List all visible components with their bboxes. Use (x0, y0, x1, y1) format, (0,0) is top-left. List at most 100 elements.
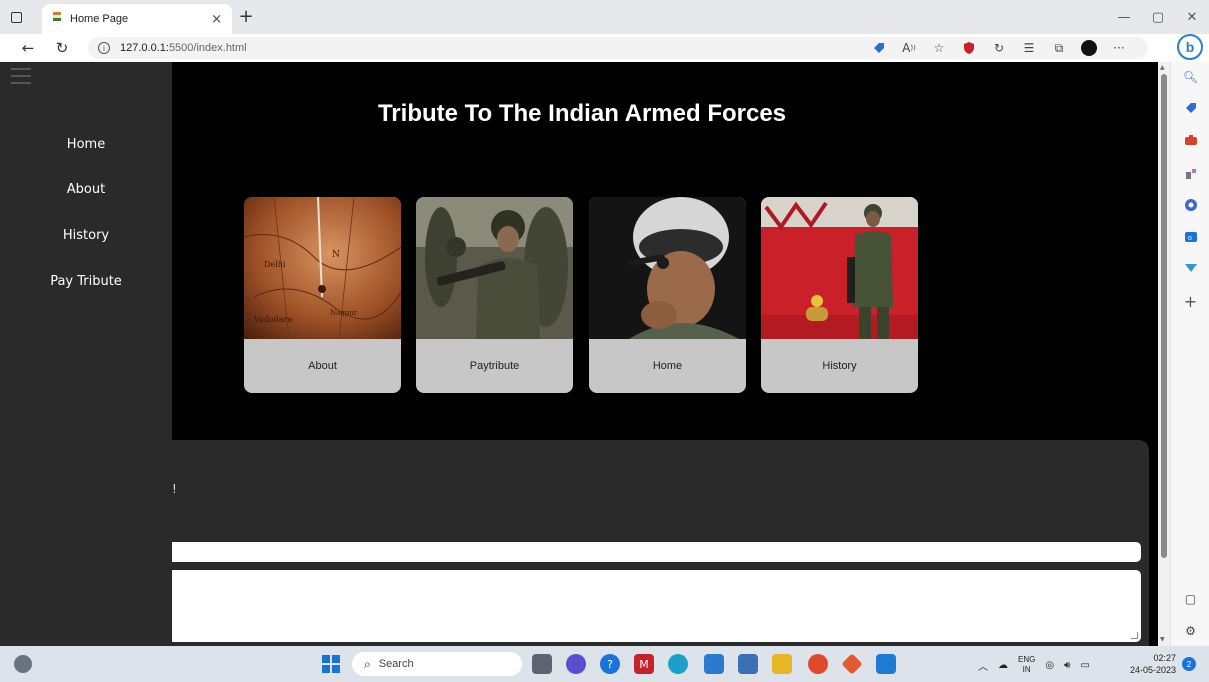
taskbar-search-label: Search (378, 658, 414, 670)
address-bar-icons: A)) ☆ ↻ ☰ ⧉ ··· (868, 38, 1130, 58)
task-view-icon[interactable] (532, 654, 552, 674)
resize-handle-icon[interactable] (1131, 632, 1138, 639)
coupon-icon[interactable] (868, 38, 890, 58)
scroll-down-icon[interactable]: ▼ (1160, 636, 1165, 643)
monitor-app-icon[interactable] (704, 654, 724, 674)
drop-icon[interactable] (1171, 262, 1209, 277)
add-favorite-icon[interactable]: ☆ (928, 38, 950, 58)
clock-time: 02:27 (1153, 653, 1176, 663)
more-options-icon[interactable]: ··· (1108, 38, 1130, 58)
old-map-image: Delhi N Vadodara Nagpur (244, 197, 401, 339)
restore-button[interactable]: ▢ (1141, 0, 1175, 34)
games-icon[interactable] (1171, 166, 1209, 183)
card-label: History (822, 360, 857, 372)
svg-text:o: o (1188, 235, 1192, 242)
menu-icon[interactable] (11, 68, 31, 84)
mcafee-icon[interactable]: M (634, 654, 654, 674)
window-controls: — ▢ ✕ (1107, 0, 1209, 34)
sidenav-history[interactable]: History (0, 228, 172, 243)
address-toolbar: ← ↻ i 127.0.0.1:5500/index.html A)) ☆ ↻ … (0, 34, 1209, 62)
page-title: Tribute To The Indian Armed Forces (377, 100, 787, 127)
office-icon[interactable] (1171, 198, 1209, 215)
panel-heading-fragment: ! (172, 482, 177, 496)
language-code: ENG (1018, 655, 1036, 664)
chat-icon[interactable] (566, 654, 586, 674)
close-tab-icon[interactable]: × (211, 12, 222, 27)
form-input[interactable] (172, 542, 1141, 562)
profile-avatar-icon[interactable] (1078, 38, 1100, 58)
sidenav-pay-tribute[interactable]: Pay Tribute (0, 274, 172, 289)
new-tab-button[interactable]: + (236, 6, 256, 27)
site-favicon-icon (52, 12, 62, 26)
edge-sidebar: 🔍︎ o + ▢ ⚙ (1170, 62, 1209, 646)
side-navigation: Home About History Pay Tribute (0, 62, 172, 646)
url-path: 5500/index.html (168, 42, 247, 54)
taskbar: ⌕ Search ? M ︿ ☁ ENG IN ◎ 🔊︎ ▭ 02:27 24-0… (0, 646, 1209, 682)
card-history[interactable]: History (761, 197, 918, 393)
edge-browser-icon[interactable] (668, 654, 688, 674)
shopping-tag-icon[interactable] (1171, 102, 1209, 117)
site-info-icon[interactable]: i (98, 42, 110, 54)
tab-title: Home Page (70, 13, 129, 25)
help-icon[interactable]: ? (600, 654, 620, 674)
svg-text:Vadodara: Vadodara (253, 315, 292, 324)
tools-icon[interactable] (1171, 134, 1209, 149)
system-clock[interactable]: 02:27 24-05-2023 (1124, 652, 1176, 676)
search-icon[interactable]: 🔍︎ (1171, 70, 1209, 84)
back-button[interactable]: ← (18, 38, 38, 58)
notification-badge[interactable]: 2 (1182, 657, 1196, 671)
file-explorer-icon[interactable] (772, 654, 792, 674)
vscode-icon[interactable] (876, 654, 896, 674)
favorites-icon[interactable]: ☰ (1018, 38, 1040, 58)
scroll-thumb[interactable] (1161, 74, 1167, 558)
show-hidden-icons-icon[interactable]: ︿ (978, 658, 988, 673)
tab-home-page[interactable]: Home Page × (42, 4, 232, 34)
tab-strip: Home Page × + — ▢ ✕ (0, 0, 1209, 34)
onedrive-cloud-icon[interactable]: ☁ (998, 660, 1008, 671)
web-page: Home About History Pay Tribute Tribute T… (0, 62, 1158, 646)
card-home[interactable]: Home (589, 197, 746, 393)
clock-date: 24-05-2023 (1129, 665, 1176, 675)
close-window-button[interactable]: ✕ (1175, 0, 1209, 34)
sidebar-toggle-icon[interactable]: ▢ (1171, 592, 1209, 606)
extension-refresh-icon[interactable]: ↻ (988, 38, 1010, 58)
card-paytribute[interactable]: Paytribute (416, 197, 573, 393)
network-icon[interactable]: ◎ (1045, 660, 1054, 671)
card-label: Paytribute (469, 360, 520, 372)
svg-text:Nagpur: Nagpur (330, 309, 358, 317)
store-icon[interactable] (738, 654, 758, 674)
language-indicator[interactable]: ENG IN (1018, 655, 1035, 675)
tab-actions-icon[interactable] (8, 9, 24, 25)
sidenav-about[interactable]: About (0, 182, 172, 197)
url-host: 127.0.0.1: (120, 42, 169, 54)
scroll-up-icon[interactable]: ▲ (1160, 64, 1165, 71)
start-button[interactable] (322, 655, 340, 673)
adblock-icon[interactable] (958, 38, 980, 58)
card-label: About (308, 360, 337, 372)
refresh-button[interactable]: ↻ (52, 38, 72, 58)
pilot-image (589, 197, 746, 339)
search-icon: ⌕ (364, 656, 371, 671)
page-scrollbar[interactable]: ▲ ▼ (1158, 62, 1170, 646)
svg-text:N: N (332, 250, 340, 260)
outlook-icon[interactable]: o (1171, 230, 1209, 247)
taskbar-search[interactable]: ⌕ Search (352, 652, 522, 676)
form-textarea[interactable] (172, 570, 1141, 642)
soldier-ceremony-image (761, 197, 918, 339)
git-icon[interactable] (841, 653, 863, 675)
sidebar-settings-icon[interactable]: ⚙ (1171, 624, 1209, 638)
chrome-icon[interactable] (808, 654, 828, 674)
add-sidebar-app-icon[interactable]: + (1171, 292, 1209, 311)
collections-icon[interactable]: ⧉ (1048, 38, 1070, 58)
minimize-button[interactable]: — (1107, 0, 1141, 34)
card-label: Home (652, 360, 683, 372)
battery-icon[interactable]: ▭ (1080, 660, 1089, 671)
read-aloud-icon[interactable]: A)) (898, 38, 920, 58)
region-code: IN (1022, 665, 1031, 674)
card-about[interactable]: Delhi N Vadodara Nagpur About (244, 197, 401, 393)
sidenav-home[interactable]: Home (0, 137, 172, 152)
volume-icon[interactable]: 🔊︎ (1064, 660, 1070, 671)
svg-text:Delhi: Delhi (264, 260, 286, 269)
bing-chat-icon[interactable]: b (1177, 34, 1203, 60)
weather-widget-icon[interactable] (14, 655, 32, 673)
